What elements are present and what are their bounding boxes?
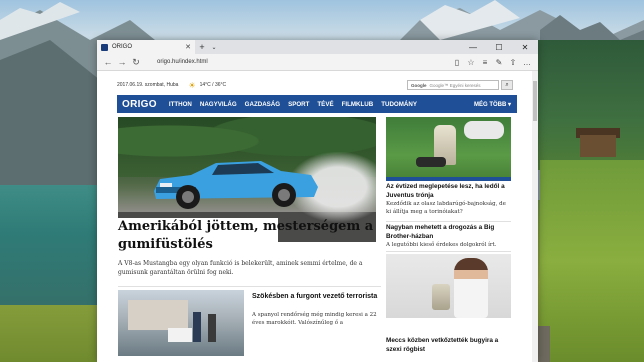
- share-icon[interactable]: ⇧: [506, 58, 520, 67]
- nav-item-sport[interactable]: SPORT: [284, 101, 313, 108]
- reading-view-icon[interactable]: ▯: [450, 58, 464, 67]
- trophy: [432, 284, 450, 310]
- forward-button[interactable]: →: [115, 57, 129, 67]
- building: [128, 300, 188, 330]
- lake: [0, 185, 110, 305]
- sidebar-story3-title[interactable]: Meccs közben vetkőztették bugyira a szex…: [386, 337, 511, 354]
- tab-title: ORIGO: [112, 44, 133, 50]
- more-icon[interactable]: …: [520, 58, 534, 67]
- sidebar-story1-text: Kezdődik az olasz labdarúgó-bajnokság, d…: [386, 201, 506, 215]
- hero-lead: A V8-as Mustangba egy olyan funkció is b…: [118, 260, 363, 276]
- meadow: [540, 160, 644, 362]
- sidebar-story2-title[interactable]: Nagyban mehetett a drogozás a Big Brothe…: [386, 224, 511, 241]
- weather-text: 14°C / 36°C: [199, 82, 227, 88]
- nav-more-button[interactable]: MÉG TÖBB ▾: [468, 101, 517, 108]
- scrollbar[interactable]: [532, 71, 538, 362]
- google-label: Google: [411, 82, 427, 88]
- vehicle: [168, 328, 192, 342]
- divider: [118, 286, 381, 287]
- tab-origo[interactable]: ORIGO ✕: [97, 40, 195, 54]
- search-placeholder: Google™ Egyéni keresés: [429, 82, 481, 88]
- blue-mustang-car: [154, 161, 318, 209]
- address-bar[interactable]: origo.hu/index.html: [153, 56, 450, 68]
- nav-item-filmklub[interactable]: FILMKLUB: [338, 101, 378, 108]
- minimize-button[interactable]: —: [460, 40, 486, 54]
- nav-item-gazdasag[interactable]: GAZDASÁG: [241, 101, 284, 108]
- football-boot: [416, 157, 446, 167]
- window-controls: — ☐ ✕: [460, 40, 538, 54]
- nav-item-teve[interactable]: TÉVÉ: [313, 101, 337, 108]
- sidebar-image-juventus[interactable]: [386, 117, 511, 181]
- weather-sun-icon: ☀: [188, 80, 196, 90]
- scrollbar-thumb[interactable]: [533, 81, 537, 121]
- origo-favicon-icon: [101, 43, 108, 51]
- sidebar-image-rugby[interactable]: [386, 254, 511, 318]
- toolbar-icons: ▯ ☆ ≡ ✎ ⇧ …: [450, 58, 534, 67]
- officer: [208, 314, 216, 342]
- search-icon[interactable]: ⌕: [501, 80, 513, 90]
- nav-item-itthon[interactable]: ITTHON: [165, 101, 196, 108]
- back-button[interactable]: ←: [101, 57, 115, 67]
- web-note-icon[interactable]: ✎: [492, 58, 506, 67]
- date-text: 2017.06.19. szombat, Huba: [117, 82, 179, 88]
- divider: [386, 251, 511, 252]
- nav-item-nagyvilag[interactable]: NAGYVILÁG: [196, 101, 241, 108]
- web-page: 2017.06.19. szombat, Huba ☀ 14°C / 36°C …: [97, 71, 538, 362]
- rugby-player: [454, 258, 488, 318]
- browser-window: ORIGO ✕ + ⌄ — ☐ ✕ ← → ↻ origo.hu/index.h…: [97, 40, 538, 362]
- story2-image[interactable]: [118, 290, 244, 356]
- new-tab-button[interactable]: +: [195, 40, 209, 54]
- hut: [580, 135, 616, 157]
- hero-headline[interactable]: Amerikából jöttem, mesterségem a gumifüs…: [118, 218, 378, 254]
- story2-title[interactable]: Szökésben a furgont vezető terrorista: [252, 292, 380, 301]
- sidebar-story1-title[interactable]: Az évtized meglepetése lesz, ha ledől a …: [386, 183, 511, 200]
- navigation-bar: ← → ↻ origo.hu/index.html ▯ ☆ ≡ ✎ ⇧ …: [97, 54, 538, 71]
- close-button[interactable]: ✕: [512, 40, 538, 54]
- tab-list-button[interactable]: ⌄: [209, 40, 219, 54]
- story2-text: A spanyol rendőrség még mindig keresi a …: [252, 312, 377, 326]
- nav-item-tudomany[interactable]: TUDOMÁNY: [377, 101, 421, 108]
- main-navigation: ORIGO ITTHON NAGYVILÁG GAZDASÁG SPORT TÉ…: [117, 95, 517, 113]
- image-caption-bar: [386, 177, 511, 181]
- title-bar: ORIGO ✕ + ⌄ — ☐ ✕: [97, 40, 538, 54]
- sidebar-story2-text: A legutóbbi kieső érdekes dolgokról írt.: [386, 242, 497, 248]
- football-boot: [464, 121, 504, 139]
- tab-close-icon[interactable]: ✕: [185, 43, 191, 51]
- refresh-button[interactable]: ↻: [129, 57, 143, 68]
- origo-logo[interactable]: ORIGO: [117, 99, 165, 110]
- divider: [386, 221, 511, 222]
- maximize-button[interactable]: ☐: [486, 40, 512, 54]
- favorite-star-icon[interactable]: ☆: [464, 58, 478, 67]
- officer: [193, 312, 201, 342]
- hub-icon[interactable]: ≡: [478, 58, 492, 67]
- search-input[interactable]: Google Google™ Egyéni keresés: [407, 80, 499, 90]
